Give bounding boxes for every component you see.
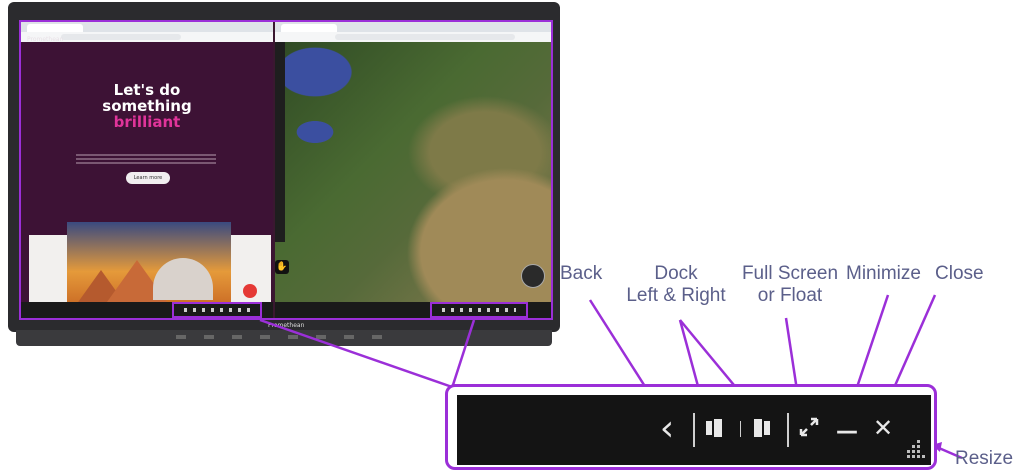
- separator: [740, 421, 741, 437]
- label-minimize: Minimize: [846, 263, 921, 284]
- resize-handle[interactable]: [907, 439, 925, 459]
- label-close: Close: [935, 263, 984, 284]
- label-dock: Dock Left & Right: [616, 263, 736, 307]
- dock-right-icon: [754, 419, 770, 437]
- label-resize: Resize: [955, 448, 1014, 469]
- back-button[interactable]: ‹: [655, 411, 679, 447]
- label-fullscreen-line2: or Float: [757, 285, 823, 306]
- connector-line-right: [450, 319, 476, 389]
- connector-line-left: [259, 318, 456, 390]
- label-fullscreen: Full Screen or Float: [736, 263, 844, 307]
- dock-left-button[interactable]: [705, 417, 727, 439]
- separator: [693, 413, 695, 447]
- fullscreen-icon: [799, 417, 819, 437]
- dock-right-button[interactable]: [753, 417, 775, 439]
- window-toolbar: ‹ — ✕: [457, 395, 931, 465]
- label-back: Back: [560, 263, 603, 284]
- fullscreen-button[interactable]: [797, 415, 821, 439]
- label-dock-line2: Left & Right: [626, 285, 726, 306]
- label-dock-line1: Dock: [654, 263, 698, 284]
- dock-left-icon: [706, 419, 722, 437]
- resize-grip-icon: [907, 440, 925, 458]
- label-fullscreen-line1: Full Screen: [741, 263, 839, 284]
- minimize-button[interactable]: —: [835, 417, 859, 447]
- close-button[interactable]: ✕: [871, 413, 895, 443]
- separator: [787, 413, 789, 447]
